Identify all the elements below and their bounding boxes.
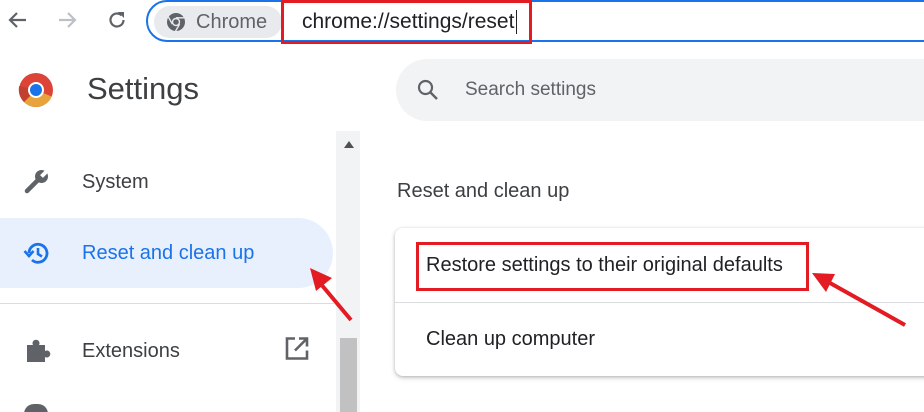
restore-annotation-arrow <box>812 273 906 327</box>
annotation-arrows <box>310 268 906 327</box>
sidebar-annotation-arrow <box>310 268 353 322</box>
